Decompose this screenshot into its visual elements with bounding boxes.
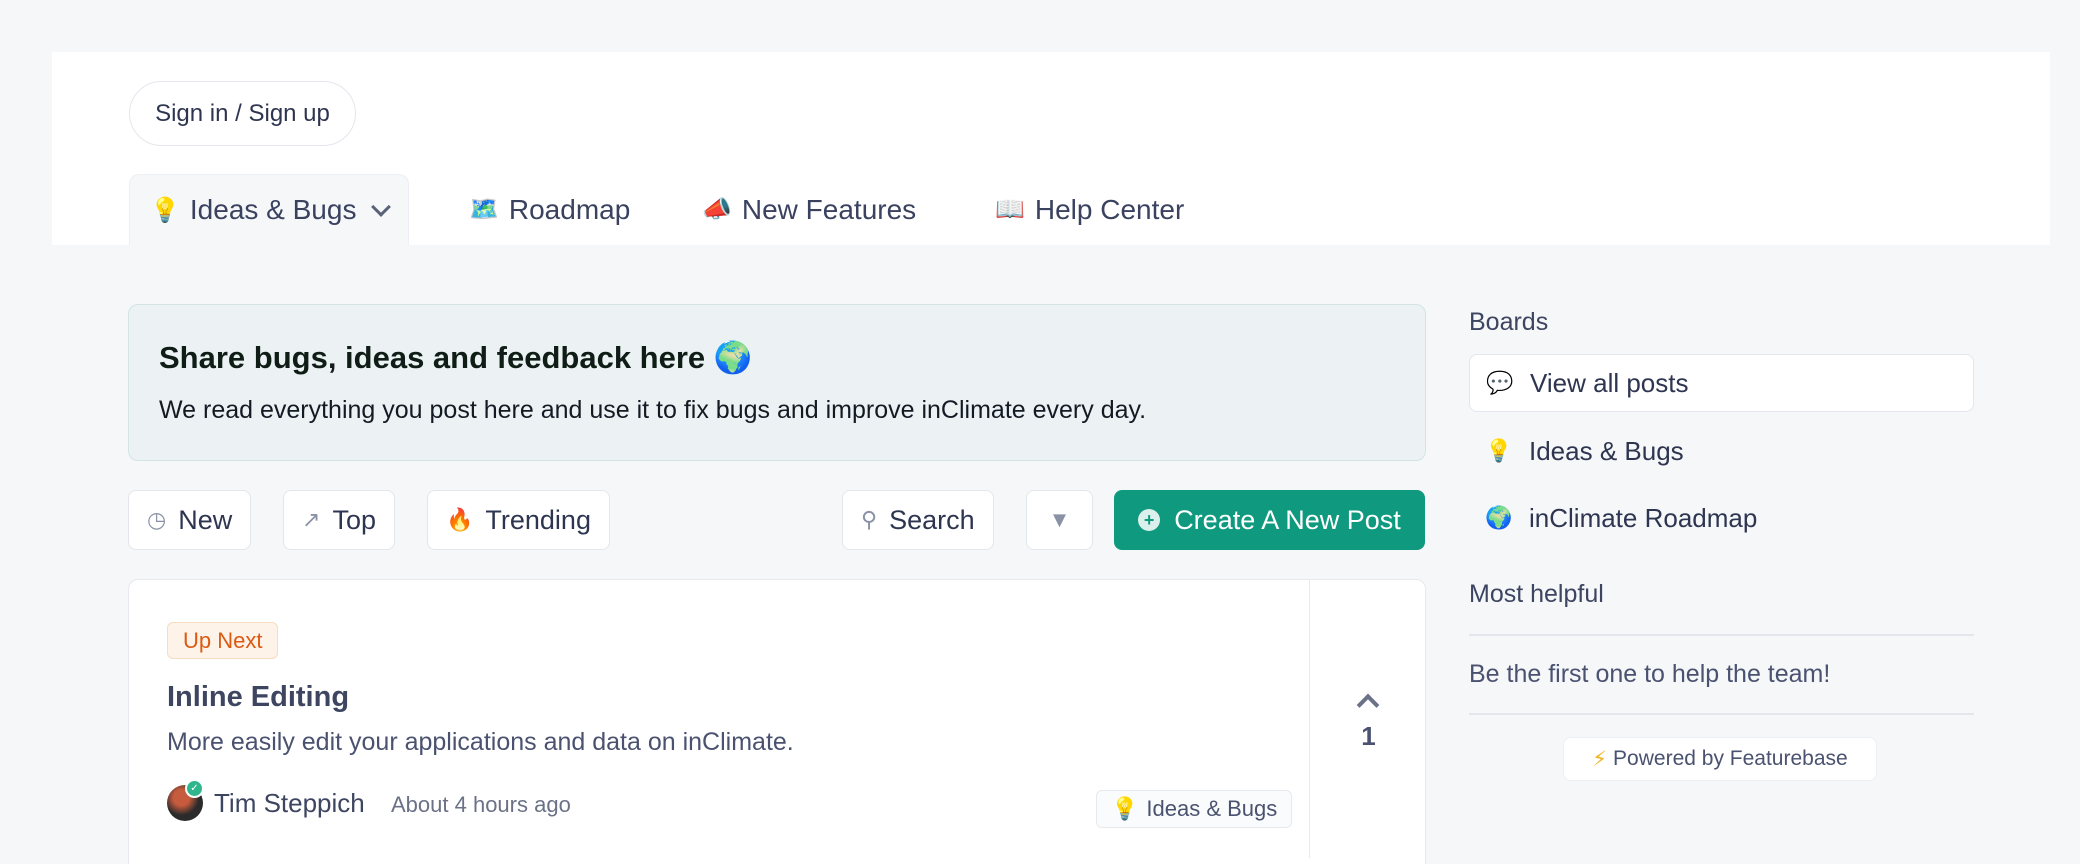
sidebar-item-label: Ideas & Bugs <box>1529 435 1684 466</box>
tab-label: Roadmap <box>508 193 631 225</box>
sidebar-item-view-all-posts[interactable]: 💬 View all posts <box>1469 354 1974 412</box>
sidebar-item-ideas-bugs[interactable]: 💡 Ideas & Bugs <box>1469 422 1974 480</box>
lightning-icon: ⚡ <box>1592 747 1608 771</box>
globe-icon: 🌍 <box>1485 505 1513 530</box>
sort-top-label: Top <box>332 504 376 535</box>
post-timestamp: About 4 hours ago <box>391 792 571 817</box>
tab-help-center[interactable]: 📖 Help Center <box>995 174 1184 245</box>
most-helpful-empty-text: Be the first one to help the team! <box>1469 660 1831 688</box>
board-title: Share bugs, ideas and feedback here 🌍 <box>159 340 753 375</box>
plus-circle-icon: + <box>1138 509 1161 531</box>
search-icon: ⚲ <box>861 507 878 532</box>
sort-trending-label: Trending <box>485 504 591 535</box>
flame-icon: 🔥 <box>446 507 474 532</box>
boards-heading: Boards <box>1469 308 1549 336</box>
author-name[interactable]: Tim Steppich <box>214 788 365 819</box>
most-helpful-heading: Most helpful <box>1469 580 1604 608</box>
post-card[interactable]: Up Next Inline Editing More easily edit … <box>128 579 1426 864</box>
divider <box>1469 713 1974 715</box>
vote-column: 1 <box>1309 580 1427 858</box>
board-tag[interactable]: 💡 Ideas & Bugs <box>1096 790 1293 828</box>
chat-bubbles-icon: 💬 <box>1486 370 1514 395</box>
tab-new-features[interactable]: 📣 New Features <box>702 174 916 245</box>
filter-button[interactable]: ▼ <box>1026 490 1093 550</box>
search-label: Search <box>889 504 975 535</box>
sort-new-label: New <box>178 504 233 535</box>
filter-icon: ▼ <box>1048 507 1071 532</box>
tab-label: Ideas & Bugs <box>189 194 357 225</box>
sidebar-item-label: inClimate Roadmap <box>1529 502 1758 533</box>
tab-ideas-bugs[interactable]: 💡 Ideas & Bugs <box>129 174 410 245</box>
vote-count: 1 <box>1361 721 1376 751</box>
powered-by-badge[interactable]: ⚡ Powered by Featurebase <box>1563 737 1877 781</box>
board-tag-label: Ideas & Bugs <box>1146 796 1278 821</box>
signin-button[interactable]: Sign in / Sign up <box>129 81 356 146</box>
post-title[interactable]: Inline Editing <box>167 681 349 714</box>
lightbulb-icon: 💡 <box>1485 438 1513 463</box>
create-post-button[interactable]: + Create A New Post <box>1114 490 1425 550</box>
powered-by-label: Powered by Featurebase <box>1613 747 1848 770</box>
sort-trending-button[interactable]: 🔥 Trending <box>427 490 610 550</box>
book-icon: 📖 <box>995 196 1025 223</box>
trending-up-icon: ↗ <box>302 507 321 532</box>
upvote-chevron-icon[interactable] <box>1356 693 1380 717</box>
post-content[interactable]: Up Next Inline Editing More easily edit … <box>129 580 1309 860</box>
sidebar-item-inclimate-roadmap[interactable]: 🌍 inClimate Roadmap <box>1469 489 1974 547</box>
divider <box>1469 634 1974 636</box>
clock-icon: ◷ <box>147 507 167 532</box>
tab-roadmap[interactable]: 🗺️ Roadmap <box>469 174 630 245</box>
verified-check-icon: ✓ <box>185 779 204 798</box>
search-button[interactable]: ⚲ Search <box>842 490 994 550</box>
lightbulb-icon: 💡 <box>1111 796 1139 821</box>
lightbulb-icon: 💡 <box>150 196 180 224</box>
board-description: We read everything you post here and use… <box>159 396 1147 424</box>
chevron-down-icon[interactable] <box>371 197 392 217</box>
board-description-card: Share bugs, ideas and feedback here 🌍 We… <box>128 304 1426 461</box>
sidebar-item-label: View all posts <box>1530 367 1689 398</box>
megaphone-icon: 📣 <box>702 196 732 223</box>
top-panel: Sign in / Sign up 💡 Ideas & Bugs 🗺️ Road… <box>52 52 2050 245</box>
status-badge: Up Next <box>167 622 279 659</box>
sort-new-button[interactable]: ◷ New <box>128 490 252 550</box>
map-icon: 🗺️ <box>469 196 499 223</box>
create-post-label: Create A New Post <box>1174 504 1401 535</box>
post-description: More easily edit your applications and d… <box>167 728 794 756</box>
tab-label: New Features <box>741 193 917 225</box>
sort-top-button[interactable]: ↗ Top <box>283 490 395 550</box>
tab-label: Help Center <box>1034 193 1185 225</box>
